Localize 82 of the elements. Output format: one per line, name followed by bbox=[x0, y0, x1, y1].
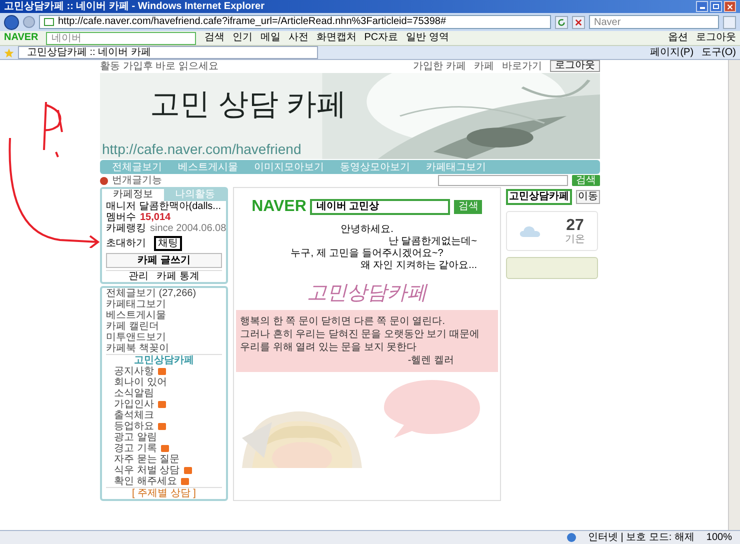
browser-tab[interactable]: 고민상담카페 :: 네이버 카페 bbox=[18, 46, 318, 59]
board-item[interactable]: 소식알림 bbox=[106, 388, 222, 399]
board-heading: 고민상담카페 bbox=[106, 354, 222, 366]
rank-label: 카페랭킹 bbox=[106, 223, 146, 234]
board-item[interactable]: 광고 알림 bbox=[106, 432, 222, 443]
top-link[interactable]: 가입한 카페 bbox=[413, 60, 466, 72]
notice-text: 활동 가입후 바로 읽으세요 bbox=[100, 60, 218, 72]
new-icon bbox=[158, 400, 166, 408]
board-item[interactable]: 회나이 있어 bbox=[106, 377, 222, 388]
maximize-icon[interactable] bbox=[710, 1, 722, 12]
zone-text: 인터넷 | 보호 모드: 해제 bbox=[588, 532, 694, 544]
menu-item[interactable]: 카페 캘린더 bbox=[106, 321, 222, 332]
board-item[interactable]: 출석체크 bbox=[106, 410, 222, 421]
top-link[interactable]: 바로가기 bbox=[502, 60, 542, 72]
toolbar-item[interactable]: 메일 bbox=[260, 32, 280, 44]
toolbar-item[interactable]: 인기 bbox=[232, 32, 252, 44]
naver-logo: NAVER bbox=[4, 32, 38, 44]
intro-line: 왜 자인 지켜하는 같아요... bbox=[360, 260, 477, 272]
weather-label: 기온 bbox=[565, 234, 585, 244]
invite-link[interactable]: 초대하기 bbox=[106, 238, 146, 249]
toolbar-item[interactable]: 로그아웃 bbox=[696, 32, 736, 44]
minimize-icon[interactable] bbox=[696, 1, 708, 12]
naver-logo: NAVER bbox=[252, 198, 306, 216]
toolbar-item[interactable]: 옵션 bbox=[668, 32, 688, 44]
intro-line: 누구, 제 고민을 들어주시겠어요~? bbox=[290, 248, 444, 260]
window-title: 고민상담카페 :: 네이버 카페 - Windows Internet Explorer bbox=[4, 0, 264, 13]
address-field[interactable]: http://cafe.naver.com/havefriend.cafe?iframe_url=/ArticleRead.nhn%3Farticleid=75398# bbox=[39, 15, 551, 29]
members-label: 멤버수 bbox=[106, 212, 136, 223]
logout-button[interactable]: 로그아웃 bbox=[550, 60, 600, 72]
toolbar-item[interactable]: 사전 bbox=[288, 32, 308, 44]
board-item[interactable]: 식우 처벌 상담 bbox=[106, 465, 222, 476]
board-item[interactable]: 확인 해주세요 bbox=[106, 476, 222, 487]
banner-title: 고민 상담 카페 bbox=[150, 87, 347, 123]
intro-line: 안녕하세요. bbox=[340, 224, 394, 236]
stop-icon[interactable] bbox=[572, 16, 585, 28]
admin-link[interactable]: 관리 bbox=[128, 271, 149, 282]
board-item[interactable]: 자주 묻는 질문 bbox=[106, 454, 222, 465]
chat-link[interactable]: 채팅 bbox=[158, 238, 178, 249]
close-icon[interactable] bbox=[724, 1, 736, 12]
board-item[interactable]: 등업하요 bbox=[106, 421, 222, 432]
board-item[interactable]: 경고 기록 bbox=[106, 443, 222, 454]
manager-text: 매니저 달콤한맥아(dalls... bbox=[106, 201, 222, 212]
toolbar-item[interactable]: 화면캡처 bbox=[316, 32, 356, 44]
admin-link[interactable]: 카페 통계 bbox=[156, 271, 200, 282]
quote-line: 우리를 위해 열려 있는 문을 보지 못한다 bbox=[240, 341, 418, 354]
quote-line: 그러나 흔히 우리는 닫혀진 문을 오랫동안 보기 때문에 bbox=[240, 328, 480, 341]
topic-heading[interactable]: [ 주제별 상담 ] bbox=[106, 487, 222, 499]
temperature-text: 27 bbox=[566, 218, 584, 234]
cafe-select[interactable]: 고민상담카페 bbox=[506, 189, 572, 205]
naver-search-field[interactable]: 네이버 bbox=[46, 32, 196, 44]
refresh-icon[interactable] bbox=[555, 16, 568, 28]
quote-author: -헬렌 켈러 bbox=[408, 354, 454, 367]
menu-item[interactable]: 미투앤드보기 bbox=[106, 332, 222, 343]
top-link[interactable]: 카페 bbox=[474, 60, 494, 72]
write-button[interactable]: 카페 글쓰기 bbox=[106, 253, 222, 268]
banner-url: http://cafe.naver.com/havefriend bbox=[102, 141, 302, 158]
intro-line: 난 달콤한게없는데~ bbox=[388, 236, 477, 248]
toolbar-item[interactable]: PC자료 bbox=[364, 32, 398, 44]
menu-item[interactable]: 베스트게시물 bbox=[106, 310, 222, 321]
cafe-logo: 고민상담카페 bbox=[307, 280, 427, 304]
command-button[interactable]: 페이지(P) bbox=[650, 46, 694, 58]
menu-item[interactable]: 전체글보기 (27,266) bbox=[106, 288, 222, 299]
menu-item[interactable]: 카페북 책꽂이 bbox=[106, 343, 222, 354]
new-icon bbox=[160, 444, 169, 452]
members-count: 15,014 bbox=[140, 212, 171, 223]
zoom-level[interactable]: 100% bbox=[706, 532, 732, 544]
new-icon bbox=[158, 368, 166, 375]
bookmark-link[interactable]: 번개글기능 bbox=[112, 175, 162, 186]
since-text: since 2004.06.08 bbox=[150, 223, 226, 234]
search-field[interactable]: Naver bbox=[589, 15, 719, 29]
toolbar-item[interactable]: 일반 영역 bbox=[406, 32, 449, 44]
menu-item[interactable]: 카페태그보기 bbox=[106, 299, 222, 310]
cloud-icon bbox=[519, 224, 541, 238]
go-button[interactable]: 이동 bbox=[576, 190, 600, 204]
cafe-search-field[interactable] bbox=[438, 175, 568, 186]
board-item[interactable]: 공지사항 bbox=[106, 366, 222, 377]
naver-search-field[interactable]: 네이버 고민상 bbox=[310, 199, 450, 215]
new-icon bbox=[158, 422, 166, 430]
toolbar-item[interactable]: 검색 bbox=[204, 32, 224, 44]
board-item[interactable]: 가입인사 bbox=[106, 399, 222, 410]
command-button[interactable]: 도구(O) bbox=[702, 46, 736, 58]
quote-line: 행복의 한 쪽 문이 닫히면 다른 쪽 문이 열린다. bbox=[240, 315, 446, 328]
